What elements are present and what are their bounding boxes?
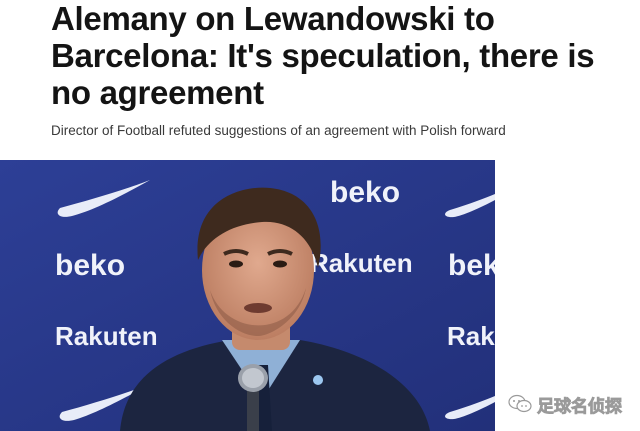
sponsor-logo-beko: bek [448,249,495,282]
sponsor-logo-beko: beko [55,249,125,282]
sponsor-logo-rakuten: Rakuten [310,248,413,278]
article-subtitle: Director of Football refuted suggestions… [51,123,506,138]
watermark-text: 足球名侦探 [537,396,623,417]
article-headline: Alemany on Lewandowski to Barcelona: It'… [51,0,595,111]
sponsor-logo-rakuten: Rak [447,321,495,351]
sponsor-logo-rakuten: Rakuten [55,321,158,351]
wechat-icon [508,394,532,413]
sponsor-logo-beko: beko [330,176,400,209]
source-watermark: 足球名侦探 [508,392,623,417]
article-photo: beko beko bek Rakuten Rakuten Rak [0,160,495,431]
